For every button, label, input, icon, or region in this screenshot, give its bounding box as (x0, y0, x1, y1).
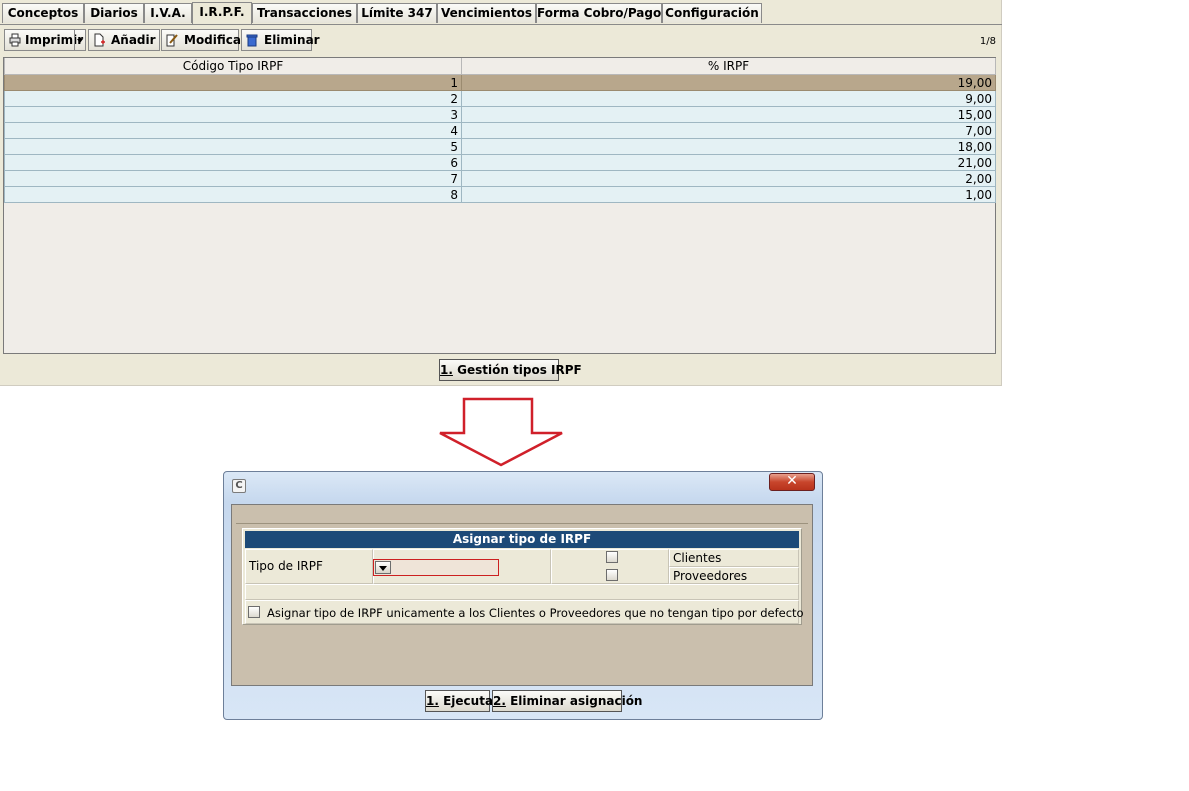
irpf-table: Código Tipo IRPF % IRPF 1 19,00 2 9,00 3… (3, 57, 996, 354)
print-button[interactable]: Imprimir (4, 29, 86, 51)
record-counter: 1/8 (979, 36, 996, 47)
edit-button[interactable]: Modificar (161, 29, 247, 51)
gestion-shortcut: 1. (440, 363, 453, 377)
tab-bar: Conceptos Diarios I.V.A. I.R.P.F. Transa… (0, 0, 1002, 25)
tab-vencimientos[interactable]: Vencimientos (437, 3, 536, 23)
gestion-label: Gestión tipos IRPF (452, 363, 582, 377)
print-dropdown-arrow[interactable] (74, 30, 85, 50)
irpf-panel: Conceptos Diarios I.V.A. I.R.P.F. Transa… (0, 0, 1002, 386)
clientes-checkbox[interactable] (606, 551, 618, 563)
cell-codigo[interactable]: 2 (4, 90, 462, 107)
table-row[interactable]: 1 19,00 (4, 74, 996, 91)
cell-porcentaje[interactable]: 18,00 (461, 138, 996, 155)
cell-porcentaje[interactable]: 9,00 (461, 90, 996, 107)
table-row[interactable]: 7 2,00 (4, 170, 996, 187)
blank-row (245, 584, 799, 600)
tipo-irpf-label: Tipo de IRPF (249, 559, 323, 573)
dialog-footer: 1. Ejecutar 2. Eliminar asignación (231, 686, 813, 715)
toolbar: Imprimir Añadir Modificar Eliminar 1/8 (0, 25, 1002, 55)
tab-limite-347[interactable]: Límite 347 (357, 3, 437, 23)
proveedores-checkbox[interactable] (606, 569, 618, 581)
table-row[interactable]: 4 7,00 (4, 122, 996, 139)
edit-document-icon (166, 34, 178, 47)
remove-assignment-button[interactable]: 2. Eliminar asignación (492, 690, 642, 712)
edit-label: Modificar (184, 33, 247, 47)
cell-porcentaje[interactable]: 19,00 (461, 74, 996, 91)
table-row[interactable]: 2 9,00 (4, 90, 996, 107)
execute-button[interactable]: 1. Ejecutar (425, 690, 499, 712)
cell-porcentaje[interactable]: 2,00 (461, 170, 996, 187)
tab-configuracion[interactable]: Configuración (662, 3, 762, 23)
cell-codigo[interactable]: 8 (4, 186, 462, 203)
tab-conceptos[interactable]: Conceptos (2, 3, 84, 23)
execute-shortcut: 1. (426, 694, 439, 708)
table-row[interactable]: 6 21,00 (4, 154, 996, 171)
cell-codigo[interactable]: 5 (4, 138, 462, 155)
table-header-row: Código Tipo IRPF % IRPF (4, 58, 996, 75)
cell-codigo[interactable]: 4 (4, 122, 462, 139)
cell-codigo[interactable]: 3 (4, 106, 462, 123)
close-button[interactable]: ✕ (769, 473, 815, 491)
down-arrow-icon (439, 397, 563, 467)
delete-label: Eliminar (264, 33, 320, 47)
column-header-codigo[interactable]: Código Tipo IRPF (4, 58, 462, 75)
cell-porcentaje[interactable]: 7,00 (461, 122, 996, 139)
cell-porcentaje[interactable]: 1,00 (461, 186, 996, 203)
proveedores-label: Proveedores (673, 569, 748, 583)
cell-codigo[interactable]: 7 (4, 170, 462, 187)
trash-icon (246, 34, 258, 47)
column-header-porcentaje[interactable]: % IRPF (461, 58, 996, 75)
app-icon[interactable]: C (232, 479, 246, 493)
only-default-label: Asignar tipo de IRPF unicamente a los Cl… (267, 606, 804, 620)
dialog-body: Asignar tipo de IRPF Tipo de IRPF Client… (231, 504, 813, 686)
printer-icon (9, 33, 21, 47)
add-button[interactable]: Añadir (88, 29, 160, 51)
tab-transacciones[interactable]: Transacciones (252, 3, 357, 23)
table-row[interactable]: 8 1,00 (4, 186, 996, 203)
delete-button[interactable]: Eliminar (241, 29, 320, 51)
clientes-label: Clientes (673, 551, 722, 565)
table-row[interactable]: 5 18,00 (4, 138, 996, 155)
tab-diarios[interactable]: Diarios (84, 3, 144, 23)
execute-label: Ejecutar (438, 694, 499, 708)
tab-forma-cobro-pago[interactable]: Forma Cobro/Pago (536, 3, 662, 23)
tab-irpf[interactable]: I.R.P.F. (192, 2, 252, 24)
remove-shortcut: 2. (493, 694, 506, 708)
chevron-down-icon[interactable] (375, 561, 391, 574)
dialog-titlebar[interactable]: C ✕ (224, 472, 822, 498)
remove-label: Eliminar asignación (505, 694, 643, 708)
new-document-icon (94, 33, 105, 47)
assign-irpf-dialog: C ✕ Asignar tipo de IRPF Tipo de IRPF Cl… (223, 471, 823, 720)
tab-iva[interactable]: I.V.A. (144, 3, 192, 23)
tipo-irpf-select[interactable] (373, 559, 499, 576)
add-label: Añadir (111, 33, 156, 47)
only-default-checkbox[interactable] (248, 606, 260, 618)
table-row[interactable]: 3 15,00 (4, 106, 996, 123)
cell-codigo[interactable]: 6 (4, 154, 462, 171)
section-title: Asignar tipo de IRPF (245, 531, 799, 548)
cell-porcentaje[interactable]: 15,00 (461, 106, 996, 123)
cell-codigo[interactable]: 1 (4, 74, 462, 91)
gestion-tipos-irpf-button[interactable]: 1. Gestión tipos IRPF (439, 359, 582, 381)
close-icon: ✕ (786, 473, 798, 489)
tipo-label-cell: Tipo de IRPF (245, 549, 373, 584)
cell-porcentaje[interactable]: 21,00 (461, 154, 996, 171)
assign-irpf-panel: Asignar tipo de IRPF Tipo de IRPF Client… (242, 528, 804, 625)
